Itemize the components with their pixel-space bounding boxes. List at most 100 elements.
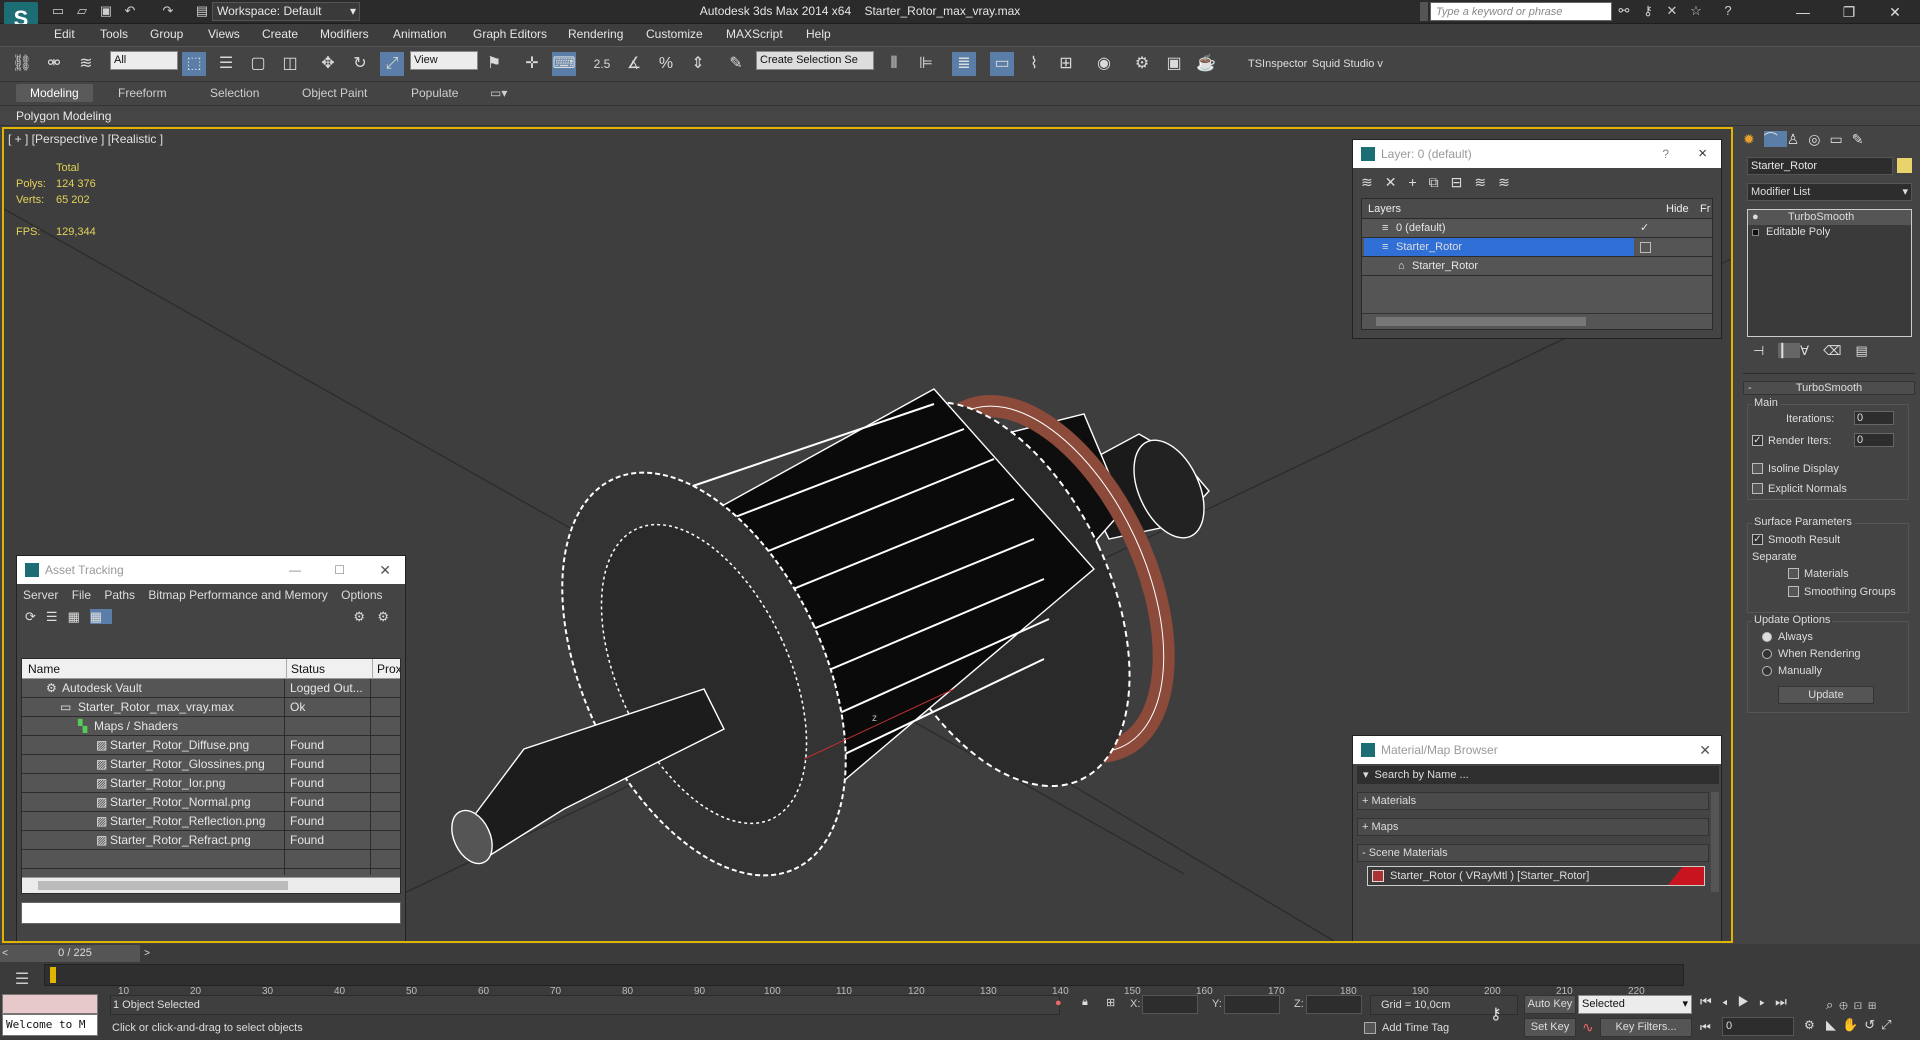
tab-freeform[interactable]: Freeform — [118, 86, 167, 100]
asset-row[interactable]: ▨ Starter_Rotor_Refract.png Found — [22, 831, 400, 850]
asset-row[interactable]: ▭ Starter_Rotor_max_vray.max Ok — [22, 698, 400, 717]
menu-customize[interactable]: Customize — [646, 27, 703, 41]
asset-tracking-titlebar[interactable]: Asset Tracking — ☐ ✕ — [17, 556, 405, 584]
col-layers[interactable]: Layers — [1368, 199, 1401, 219]
help-icon[interactable]: ? — [1720, 3, 1736, 19]
horizontal-scrollbar[interactable] — [22, 877, 400, 893]
filter-dropdown-icon[interactable]: ▾ — [1357, 769, 1375, 781]
close-icon[interactable]: × — [1698, 140, 1707, 168]
save-icon[interactable]: ▣ — [98, 3, 114, 19]
key-icon[interactable]: ⚷ — [1640, 3, 1656, 19]
highlight-layer-icon[interactable]: ≋ — [1474, 174, 1498, 190]
schematic-view-icon[interactable]: ⊞ — [1054, 52, 1078, 76]
set-key-curve-icon[interactable]: ∿ — [1582, 1019, 1594, 1036]
auto-key-button[interactable]: Auto Key — [1524, 995, 1576, 1014]
vault-connect-icon[interactable]: ⚙ — [377, 609, 399, 625]
render-setup-icon[interactable]: ⚙ — [1130, 52, 1154, 76]
material-editor-icon[interactable]: ◉ — [1092, 52, 1116, 76]
render-iters-spinner[interactable]: 0 — [1854, 433, 1894, 447]
close-icon[interactable]: ✕ — [1699, 736, 1711, 764]
absolute-mode-icon[interactable]: ⊞ — [1106, 996, 1115, 1009]
maximize-viewport-icon[interactable]: ⤢ — [1881, 1017, 1897, 1032]
keyboard-shortcut-toggle-icon[interactable]: ⌨ — [552, 52, 576, 76]
zoom-extents-icon[interactable]: ⊡ — [1854, 997, 1868, 1012]
utilities-tab-icon[interactable]: ✎ — [1852, 131, 1873, 147]
delete-layer-icon[interactable]: ✕ — [1385, 174, 1409, 190]
percent-snap-icon[interactable]: % — [654, 52, 678, 76]
named-selection-dropdown[interactable]: Create Selection Se — [756, 51, 874, 70]
favorite-icon[interactable]: ☆ — [1688, 3, 1704, 19]
move-icon[interactable]: ✥ — [316, 52, 340, 76]
spinner-snap-icon[interactable]: ⇕ — [686, 52, 710, 76]
tab-modeling[interactable]: Modeling — [16, 84, 93, 102]
isolate-icon[interactable]: ● — [1055, 997, 1062, 1009]
asset-menu-file[interactable]: File — [72, 588, 91, 602]
mirror-icon[interactable]: ⫴ — [882, 52, 906, 76]
always-radio[interactable] — [1762, 632, 1772, 642]
asset-menu-server[interactable]: Server — [23, 588, 58, 602]
col-proxy[interactable]: Prox — [372, 659, 400, 679]
asset-menu-paths[interactable]: Paths — [104, 588, 135, 602]
menu-modifiers[interactable]: Modifiers — [320, 27, 369, 41]
add-selection-icon[interactable]: ⧉ — [1429, 174, 1451, 190]
key-set-dropdown[interactable]: Selected ▾ — [1578, 995, 1692, 1014]
scale-icon[interactable]: ⤢ — [380, 52, 404, 76]
menu-group[interactable]: Group — [150, 27, 183, 41]
close-icon[interactable]: ✕ — [379, 556, 391, 584]
menu-graph-editors[interactable]: Graph Editors — [473, 27, 547, 41]
key-filters-button[interactable]: Key Filters... — [1600, 1018, 1692, 1037]
remove-modifier-icon[interactable]: ⌫ — [1823, 343, 1855, 358]
key-mode-icon[interactable]: ⚷ — [1490, 1004, 1502, 1024]
lightbulb-icon[interactable]: ● — [1752, 210, 1759, 225]
materials-checkbox[interactable] — [1788, 568, 1799, 579]
lock-selection-icon[interactable]: 🔒︎ — [1082, 996, 1088, 1009]
current-frame-marker[interactable] — [50, 967, 56, 983]
set-key-button[interactable]: Set Key — [1524, 1018, 1576, 1037]
scene-material-item[interactable]: Starter_Rotor ( VRayMtl ) [Starter_Rotor… — [1367, 866, 1705, 886]
tab-object-paint[interactable]: Object Paint — [302, 86, 367, 100]
iterations-spinner[interactable]: 0 — [1854, 411, 1894, 425]
render-iters-checkbox[interactable]: ✓ — [1752, 435, 1763, 446]
asset-row[interactable]: ▨ Starter_Rotor_Glossines.png Found — [22, 755, 400, 774]
tab-populate[interactable]: Populate — [411, 86, 458, 100]
menu-rendering[interactable]: Rendering — [568, 27, 623, 41]
align-icon[interactable]: ⊫ — [914, 52, 938, 76]
scrollbar-thumb[interactable] — [1376, 317, 1586, 326]
display-tab-icon[interactable]: ▭ — [1830, 131, 1852, 147]
asset-row[interactable]: ▚ Maps / Shaders — [22, 717, 400, 736]
orbit-icon[interactable]: ↺ — [1864, 1017, 1881, 1032]
mini-curve-editor-icon[interactable]: ☰ — [8, 966, 36, 994]
zoom-icon[interactable]: ⌕ — [1826, 997, 1839, 1012]
motion-tab-icon[interactable]: ◎ — [1808, 131, 1829, 147]
restore-icon[interactable]: ❐ — [1828, 0, 1870, 24]
refresh-icon[interactable]: ⟳ — [25, 609, 46, 624]
redo-icon[interactable]: ↷ — [160, 3, 176, 19]
isoline-checkbox[interactable] — [1752, 463, 1763, 474]
window-crossing-icon[interactable]: ◫ — [278, 52, 302, 76]
manually-radio[interactable] — [1762, 666, 1772, 676]
asset-menu-bitmap[interactable]: Bitmap Performance and Memory — [148, 588, 327, 602]
angle-snap-icon[interactable]: ∡ — [622, 52, 646, 76]
current-frame-field[interactable]: 0 — [1722, 1017, 1794, 1036]
layer-dialog-titlebar[interactable]: Layer: 0 (default) ? × — [1353, 140, 1721, 168]
next-frame-icon[interactable]: ▸ — [1759, 994, 1775, 1009]
fov-icon[interactable]: ◣ — [1826, 1017, 1842, 1032]
materials-section[interactable]: + Materials — [1357, 792, 1709, 810]
material-search-field[interactable]: ▾ Search by Name ... — [1357, 766, 1719, 784]
when-rendering-radio[interactable] — [1762, 649, 1772, 659]
time-slider[interactable]: 0 / 225 — [10, 945, 140, 962]
layers-icon[interactable]: ≋ — [1361, 174, 1385, 190]
col-freeze[interactable]: Fr — [1700, 199, 1710, 219]
rect-selection-icon[interactable]: ▢ — [246, 52, 270, 76]
menu-help[interactable]: Help — [806, 27, 831, 41]
time-config-icon[interactable]: ⚙ — [1804, 1018, 1815, 1032]
project-folder-icon[interactable]: ▤ — [194, 3, 210, 19]
table-view-icon[interactable]: ▦ — [89, 609, 113, 624]
turbosmooth-rollout-header[interactable]: - TurboSmooth — [1743, 381, 1915, 395]
perspective-viewport[interactable]: [ + ] [Perspective ] [Realistic ] Total … — [2, 127, 1733, 943]
rendered-frame-icon[interactable]: ▣ — [1162, 52, 1186, 76]
zoom-extents-all-icon[interactable]: ⊞ — [1868, 997, 1882, 1012]
make-unique-icon[interactable]: ∀ — [1800, 343, 1823, 358]
object-color-swatch[interactable] — [1897, 158, 1912, 173]
zoom-all-icon[interactable]: ⊕ — [1839, 997, 1853, 1012]
